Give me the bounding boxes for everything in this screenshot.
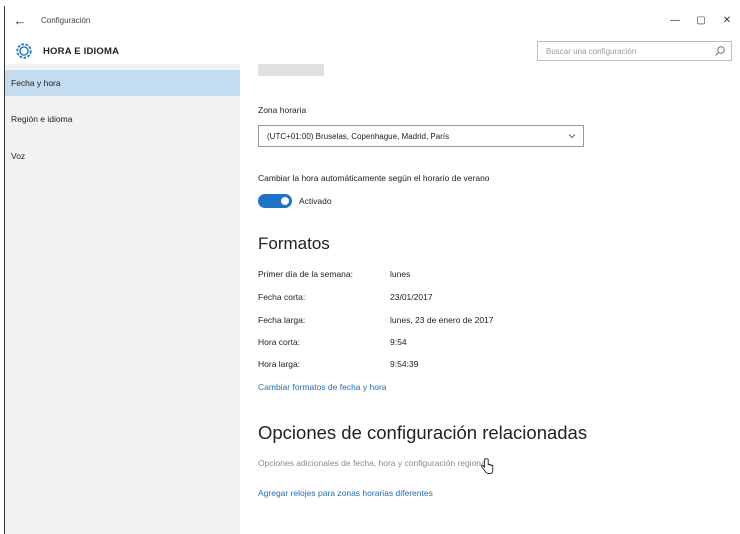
format-value-short-date: 23/01/2017 — [390, 292, 433, 302]
back-button[interactable]: ← — [5, 13, 35, 28]
settings-window: ← Configuración — ▢ ✕ HORA E IDIOMA Busc… — [4, 6, 740, 534]
format-label-long-time: Hora larga: — [258, 359, 301, 369]
dst-state: Activado — [299, 196, 332, 206]
timezone-value: (UTC+01:00) Bruselas, Copenhague, Madrid… — [267, 132, 450, 141]
maximize-button[interactable]: ▢ — [688, 6, 714, 34]
related-settings-heading: Opciones de configuración relacionadas — [258, 422, 588, 443]
change-formats-link[interactable]: Cambiar formatos de fecha y hora — [258, 382, 387, 392]
search-icon[interactable] — [714, 45, 726, 57]
sidebar: Fecha y hora Región e idioma Voz — [5, 64, 240, 534]
format-label-long-date: Fecha larga: — [258, 315, 306, 325]
format-value-short-time: 9:54 — [390, 337, 407, 347]
add-clocks-link[interactable]: Agregar relojes para zonas horarias dife… — [258, 488, 433, 498]
title-bar: ← Configuración — ▢ ✕ — [5, 6, 740, 34]
dst-toggle[interactable] — [258, 194, 292, 208]
gear-icon — [16, 43, 32, 59]
window-controls: — ▢ ✕ — [662, 6, 740, 34]
search-placeholder: Buscar una configuración — [546, 47, 637, 56]
window-title: Configuración — [41, 15, 91, 25]
format-label-short-date: Fecha corta: — [258, 292, 306, 302]
search-input[interactable]: Buscar una configuración — [537, 41, 732, 61]
chevron-down-icon — [568, 134, 576, 139]
close-button[interactable]: ✕ — [714, 6, 740, 34]
minimize-button[interactable]: — — [662, 6, 688, 34]
toggle-knob — [281, 197, 289, 205]
timezone-label: Zona horaria — [258, 105, 307, 115]
format-label-first-day: Primer día de la semana: — [258, 269, 353, 279]
sidebar-item-fecha-y-hora[interactable]: Fecha y hora — [5, 70, 240, 96]
main-content: Zona horaria (UTC+01:00) Bruselas, Copen… — [240, 64, 740, 534]
additional-settings-link[interactable]: Opciones adicionales de fecha, hora y co… — [258, 458, 488, 468]
hand-pointer-icon — [481, 458, 494, 474]
dst-label: Cambiar la hora automáticamente según el… — [258, 173, 490, 183]
timezone-dropdown[interactable]: (UTC+01:00) Bruselas, Copenhague, Madrid… — [258, 125, 584, 147]
section-title: HORA E IDIOMA — [43, 46, 120, 57]
sidebar-item-voz[interactable]: Voz — [5, 143, 240, 169]
format-value-first-day: lunes — [390, 269, 411, 279]
sidebar-item-region-e-idioma[interactable]: Región e idioma — [5, 106, 240, 132]
partial-button[interactable] — [258, 64, 324, 76]
formats-heading: Formatos — [258, 234, 330, 253]
format-label-short-time: Hora corta: — [258, 337, 301, 347]
format-value-long-date: lunes, 23 de enero de 2017 — [390, 315, 494, 325]
format-value-long-time: 9:54:39 — [390, 359, 419, 369]
